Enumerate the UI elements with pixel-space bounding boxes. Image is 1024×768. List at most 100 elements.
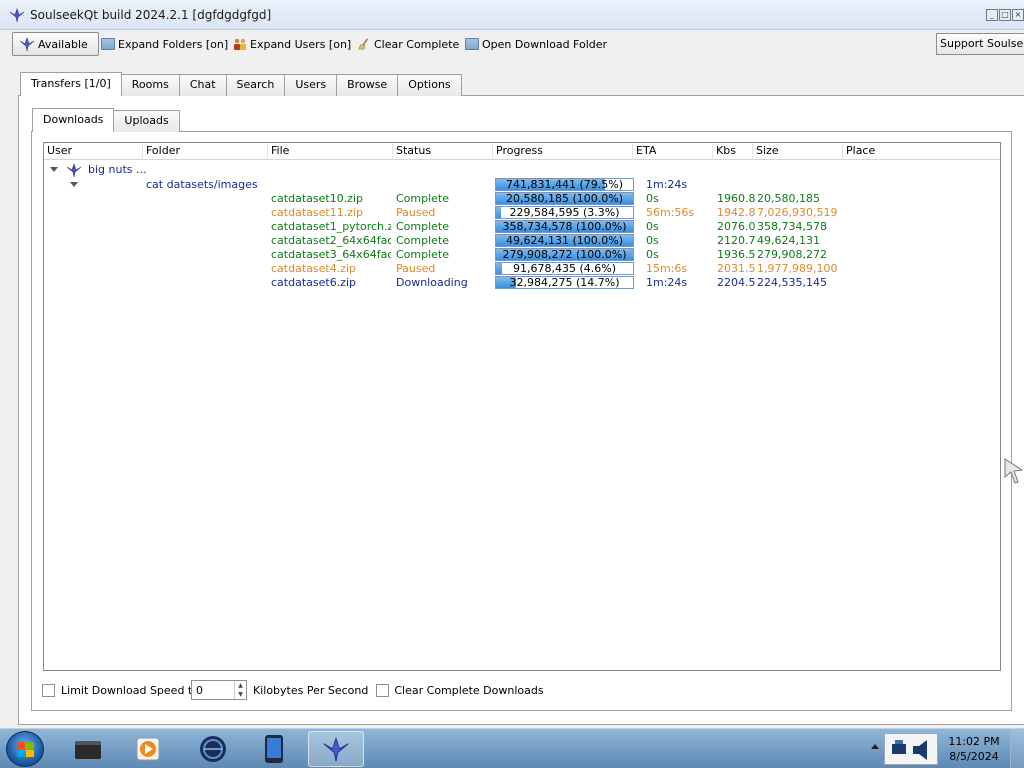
clear-complete-button[interactable]: Clear Complete: [352, 32, 464, 56]
soulseek-bird-icon: [66, 163, 82, 178]
tab-rooms[interactable]: Rooms: [120, 74, 180, 96]
tab-downloads[interactable]: Downloads: [32, 108, 115, 132]
progress-text: 358,734,578 (100.0%): [502, 220, 627, 233]
start-button[interactable]: [6, 731, 44, 767]
file-row[interactable]: catdataset4.zip Paused 91,678,435 (4.6%) 15…: [44, 262, 1000, 276]
progress-text: 32,984,275 (14.7%): [509, 276, 620, 289]
file-row[interactable]: catdataset6.zip Downloading 32,984,275 (14…: [44, 276, 1000, 290]
toolbar: Available Expand Folders [on] Expand Use…: [0, 31, 1024, 58]
clear-complete-downloads-checkbox[interactable]: [376, 683, 390, 697]
file-size: 7,026,930,519: [757, 206, 838, 219]
file-name: catdataset2_64x64fac...: [271, 234, 391, 247]
progress-text: 229,584,595 (3.3%): [509, 206, 620, 219]
main-tabs: Transfers [1/0] Rooms Chat Search Users …: [20, 72, 462, 96]
taskbar-app-browser[interactable]: [185, 731, 241, 767]
folder-row[interactable]: cat datasets/images 741,831,441 (79.5%) …: [44, 178, 1000, 192]
column-header-size[interactable]: Size: [753, 143, 843, 160]
clock[interactable]: 11:02 PM 8/5/2024: [944, 734, 1004, 764]
file-kbs: 1936.5: [717, 248, 756, 261]
column-header-progress[interactable]: Progress: [493, 143, 633, 160]
support-soulseek-button[interactable]: Support Soulseek: [936, 33, 1024, 55]
user-row[interactable]: big nuts ...: [44, 163, 1000, 178]
column-header-status[interactable]: Status: [393, 143, 493, 160]
maximize-button[interactable]: □: [999, 9, 1011, 21]
clear-complete-downloads-label: Clear Complete Downloads: [394, 683, 544, 697]
clock-date: 8/5/2024: [949, 750, 999, 763]
show-desktop-button[interactable]: [1010, 729, 1024, 768]
soulseek-bird-icon: [323, 736, 349, 762]
expand-users-label: Expand Users [on]: [250, 37, 352, 51]
progress-text: 49,624,131 (100.0%): [505, 234, 623, 247]
progress-text: 91,678,435 (4.6%): [512, 262, 616, 275]
open-download-folder-button[interactable]: Open Download Folder: [460, 32, 612, 56]
file-eta: 1m:24s: [646, 276, 688, 289]
taskbar-app-terminal[interactable]: [60, 731, 116, 767]
file-kbs: 2204.5: [717, 276, 756, 289]
file-row[interactable]: catdataset11.zip Paused 229,584,595 (3.3%)…: [44, 206, 1000, 220]
progress-text: 741,831,441 (79.5%): [505, 178, 623, 191]
file-status: Complete: [396, 192, 450, 205]
tab-search[interactable]: Search: [225, 74, 286, 96]
show-hidden-icons-icon[interactable]: [871, 744, 879, 749]
file-eta: 15m:6s: [646, 262, 688, 275]
file-row[interactable]: catdataset2_64x64fac... Complete 49,624,13…: [44, 234, 1000, 248]
file-size: 49,624,131: [757, 234, 820, 247]
window-title: SoulseekQt build 2024.2.1 [dgfdgdgfgd]: [30, 7, 272, 22]
file-size: 1,977,989,100: [757, 262, 838, 275]
file-name: catdataset1_pytorch.zip: [271, 220, 391, 233]
file-status: Complete: [396, 220, 450, 233]
tab-browse[interactable]: Browse: [336, 74, 399, 96]
file-eta: 0s: [646, 220, 659, 233]
column-header-file[interactable]: File: [268, 143, 393, 160]
file-kbs: 1960.8: [717, 192, 756, 205]
taskbar-app-media-player[interactable]: [120, 731, 176, 767]
tab-chat[interactable]: Chat: [178, 74, 227, 96]
globe-icon: [200, 736, 226, 762]
speed-limit-spinbox[interactable]: 0 ▲ ▼: [191, 680, 247, 700]
file-name: catdataset6.zip: [271, 276, 356, 289]
collapse-arrow-icon[interactable]: [70, 182, 78, 187]
network-speaker-icon[interactable]: [885, 734, 937, 764]
download-options-bar: Limit Download Speed to: [42, 680, 199, 700]
expand-folders-button[interactable]: Expand Folders [on]: [96, 32, 233, 56]
tab-options[interactable]: Options: [397, 74, 462, 96]
progress-text: 20,580,185 (100.0%): [505, 192, 623, 205]
column-header-folder[interactable]: Folder: [143, 143, 268, 160]
column-header-eta[interactable]: ETA: [633, 143, 713, 160]
file-progress-bar: 20,580,185 (100.0%): [495, 192, 634, 205]
expand-users-button[interactable]: Expand Users [on]: [228, 32, 356, 56]
folder-icon: [101, 38, 115, 50]
file-status: Paused: [396, 262, 436, 275]
terminal-icon: [75, 741, 101, 759]
column-header-user[interactable]: User: [44, 143, 143, 160]
file-row[interactable]: catdataset3_64x64fac... Complete 279,908,2…: [44, 248, 1000, 262]
clear-complete-label: Clear Complete: [374, 37, 460, 51]
file-name: catdataset11.zip: [271, 206, 363, 219]
file-eta: 0s: [646, 192, 659, 205]
broom-icon: [358, 38, 368, 50]
speed-limit-value: 0: [196, 684, 203, 697]
tab-transfers[interactable]: Transfers [1/0]: [20, 72, 122, 96]
close-button[interactable]: ×: [1012, 9, 1024, 21]
file-size: 20,580,185: [757, 192, 820, 205]
tray-icons: [884, 733, 938, 765]
file-progress-bar: 32,984,275 (14.7%): [495, 276, 634, 289]
limit-speed-checkbox[interactable]: [42, 683, 55, 697]
user-name: big nuts ...: [88, 163, 147, 176]
file-row[interactable]: catdataset10.zip Complete 20,580,185 (100.…: [44, 192, 1000, 206]
taskbar-app-soulseek[interactable]: [308, 731, 364, 767]
column-header-kbs[interactable]: Kbs: [713, 143, 753, 160]
file-row[interactable]: catdataset1_pytorch.zip Complete 358,734,5…: [44, 220, 1000, 234]
available-label: Available: [38, 37, 88, 51]
media-player-icon: [136, 737, 160, 761]
taskbar-app-phone[interactable]: [246, 731, 302, 767]
downloads-tree[interactable]: User Folder File Status Progress ETA Kbs…: [43, 142, 1001, 671]
available-button[interactable]: Available: [12, 32, 99, 56]
spin-arrows-icon[interactable]: ▲ ▼: [234, 681, 246, 699]
tab-users[interactable]: Users: [284, 74, 338, 96]
collapse-arrow-icon[interactable]: [50, 167, 58, 172]
minimize-button[interactable]: _: [986, 9, 998, 21]
tab-uploads[interactable]: Uploads: [113, 110, 180, 132]
column-header-place[interactable]: Place: [843, 143, 1000, 160]
file-progress-bar: 279,908,272 (100.0%): [495, 248, 634, 261]
